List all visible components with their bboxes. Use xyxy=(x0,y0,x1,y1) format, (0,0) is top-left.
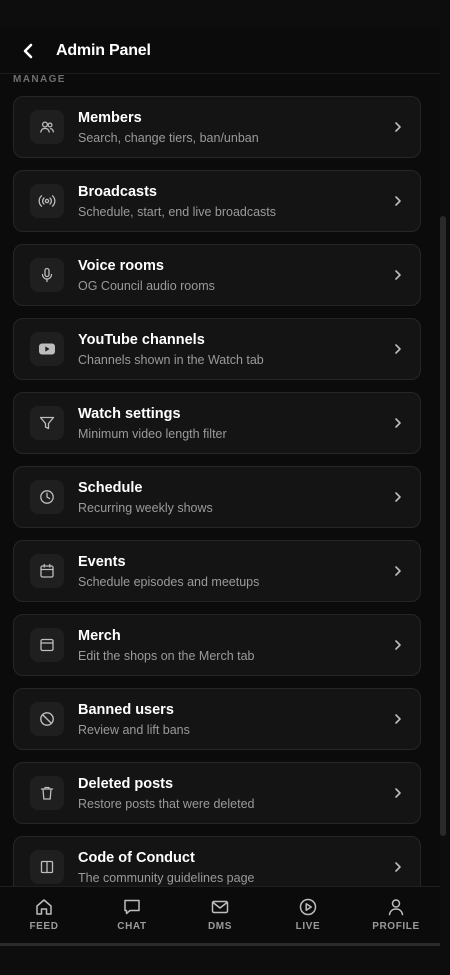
clock-icon xyxy=(30,480,64,514)
nav-item-profile[interactable]: PROFILE xyxy=(352,887,440,944)
nav-label: PROFILE xyxy=(372,921,420,932)
chevron-right-icon xyxy=(392,565,404,577)
chevron-right-icon xyxy=(392,639,404,651)
menu-item-title: YouTube channels xyxy=(78,331,205,348)
page-title: Admin Panel xyxy=(56,41,151,59)
menu-item-subtitle: Schedule episodes and meetups xyxy=(78,574,260,589)
menu-item-subtitle: Review and lift bans xyxy=(78,722,190,737)
chevron-left-icon xyxy=(23,43,33,58)
chevron-right-icon xyxy=(392,195,404,207)
app-frame: Admin Panel MANAGE Members Search, chang… xyxy=(0,28,440,944)
menu-item-subtitle: Edit the shops on the Merch tab xyxy=(78,648,255,663)
menu-item-title: Watch settings xyxy=(78,405,181,422)
broadcast-icon xyxy=(30,184,64,218)
youtube-icon xyxy=(30,332,64,366)
menu-item-voice-rooms[interactable]: Voice rooms OG Council audio rooms xyxy=(13,244,421,306)
nav-label: DMS xyxy=(207,921,233,932)
menu-item-subtitle: Recurring weekly shows xyxy=(78,500,213,515)
menu-item-schedule[interactable]: Schedule Recurring weekly shows xyxy=(13,466,421,528)
users-icon xyxy=(30,110,64,144)
top-bar: Admin Panel xyxy=(0,28,440,74)
nav-item-dms[interactable]: DMS xyxy=(176,887,264,944)
nav-label: FEED xyxy=(29,921,59,932)
chevron-right-icon xyxy=(392,861,404,873)
menu-item-title: Merch xyxy=(78,627,121,644)
chevron-right-icon xyxy=(392,491,404,503)
play-circle-icon xyxy=(299,898,317,916)
bottom-strip xyxy=(0,943,450,975)
horizontal-scrollbar xyxy=(0,943,440,946)
menu-item-subtitle: Minimum video length filter xyxy=(78,426,227,441)
chevron-right-icon xyxy=(392,713,404,725)
trash-icon xyxy=(30,776,64,810)
chevron-right-icon xyxy=(392,417,404,429)
scrollbar[interactable] xyxy=(440,216,446,836)
menu-item-subtitle: Channels shown in the Watch tab xyxy=(78,352,264,367)
menu-item-events[interactable]: Events Schedule episodes and meetups xyxy=(13,540,421,602)
calendar-icon xyxy=(30,554,64,588)
chevron-right-icon xyxy=(392,269,404,281)
nav-item-chat[interactable]: CHAT xyxy=(88,887,176,944)
menu-item-title: Members xyxy=(78,109,142,126)
microphone-icon xyxy=(30,258,64,292)
menu-item-subtitle: Search, change tiers, ban/unban xyxy=(78,130,259,145)
menu-item-title: Banned users xyxy=(78,701,174,718)
user-icon xyxy=(388,899,404,916)
nav-item-live[interactable]: LIVE xyxy=(264,887,352,944)
menu-item-subtitle: OG Council audio rooms xyxy=(78,278,215,293)
nav-label: LIVE xyxy=(295,921,321,932)
menu-item-youtube-channels[interactable]: YouTube channels Channels shown in the W… xyxy=(13,318,421,380)
menu-item-deleted-posts[interactable]: Deleted posts Restore posts that were de… xyxy=(13,762,421,824)
mail-icon xyxy=(211,900,229,914)
back-button[interactable] xyxy=(18,41,38,61)
chevron-right-icon xyxy=(392,121,404,133)
menu-item-banned-users[interactable]: Banned users Review and lift bans xyxy=(13,688,421,750)
menu-item-merch[interactable]: Merch Edit the shops on the Merch tab xyxy=(13,614,421,676)
nav-item-feed[interactable]: FEED xyxy=(0,887,88,944)
menu-item-title: Events xyxy=(78,553,126,570)
chat-icon xyxy=(124,899,140,915)
menu-item-code-of-conduct[interactable]: Code of Conduct The community guidelines… xyxy=(13,836,421,886)
chevron-right-icon xyxy=(392,343,404,355)
menu-item-title: Code of Conduct xyxy=(78,849,195,866)
menu-item-watch-settings[interactable]: Watch settings Minimum video length filt… xyxy=(13,392,421,454)
section-label: MANAGE xyxy=(13,74,66,85)
book-icon xyxy=(30,850,64,884)
menu-item-subtitle: Schedule, start, end live broadcasts xyxy=(78,204,277,219)
home-icon xyxy=(36,899,52,915)
menu-item-broadcasts[interactable]: Broadcasts Schedule, start, end live bro… xyxy=(13,170,421,232)
admin-menu-list: Members Search, change tiers, ban/unban … xyxy=(0,96,440,886)
chevron-right-icon xyxy=(392,787,404,799)
bottom-nav: FEED CHAT DMS LIVE PROFILE xyxy=(0,886,440,944)
menu-item-title: Schedule xyxy=(78,479,143,496)
scrollbar-thumb[interactable] xyxy=(440,216,446,836)
menu-item-subtitle: Restore posts that were deleted xyxy=(78,796,255,811)
menu-item-title: Deleted posts xyxy=(78,775,174,792)
shop-window-icon xyxy=(30,628,64,662)
menu-item-subtitle: The community guidelines page xyxy=(78,870,255,885)
menu-item-title: Voice rooms xyxy=(78,257,164,274)
menu-item-members[interactable]: Members Search, change tiers, ban/unban xyxy=(13,96,421,158)
nav-label: CHAT xyxy=(117,921,147,932)
filter-icon xyxy=(30,406,64,440)
ban-icon xyxy=(30,702,64,736)
menu-item-title: Broadcasts xyxy=(78,183,157,200)
